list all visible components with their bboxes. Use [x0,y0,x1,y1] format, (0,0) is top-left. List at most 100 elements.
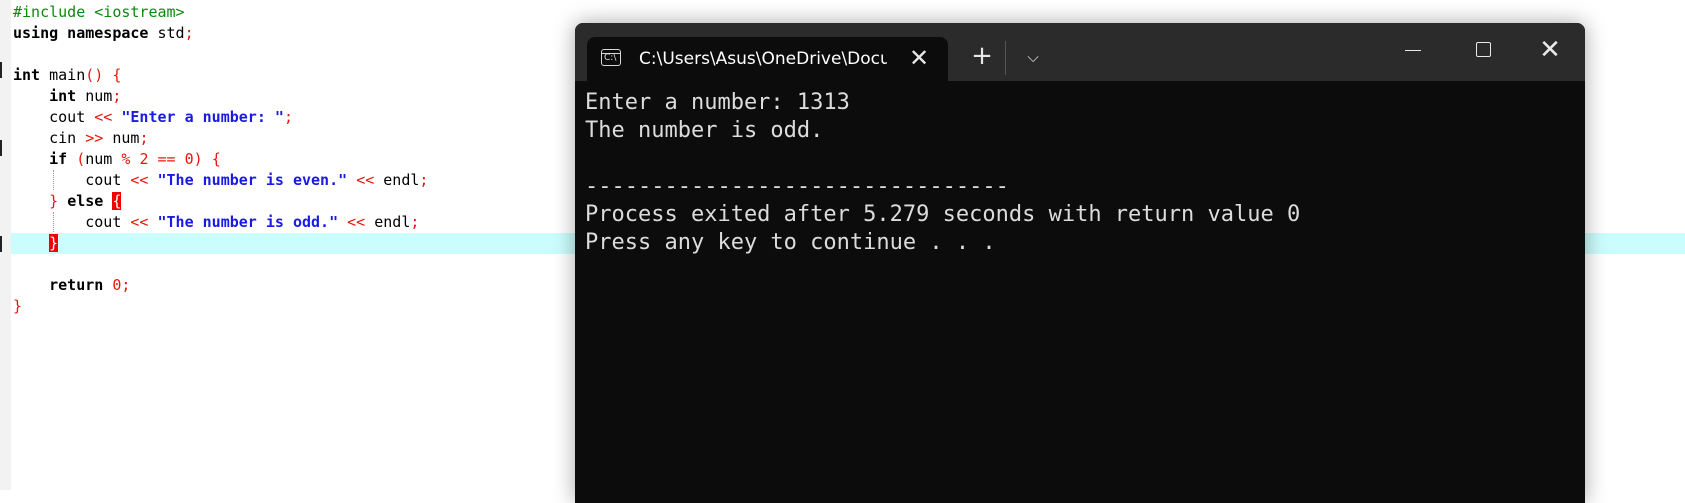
code-token: "Enter a number: " [121,108,284,126]
code-token: ; [184,24,194,42]
code-token: ( [76,150,86,168]
console-line: The number is odd. [585,118,824,143]
titlebar-divider [1005,41,1006,75]
code-token: << [94,108,113,126]
code-token: num [85,150,122,168]
code-token: int [49,87,77,105]
code-token: ; [410,213,420,231]
code-token: return [49,276,104,294]
code-token: == [157,150,176,168]
code-token: cout [13,171,131,189]
console-icon-label: C:\ [604,53,617,63]
code-token: cout [13,213,131,231]
close-window-button[interactable]: ✕ [1522,33,1578,67]
code-text[interactable]: #include <iostream> using namespace std; i… [13,2,428,317]
code-token: >> [85,129,104,147]
code-token: { [211,150,221,168]
code-token: ; [121,276,131,294]
code-token: << [130,213,149,231]
code-line[interactable]: cout << "The number is even." << endl; [13,170,428,191]
chevron-down-icon[interactable]: ⌵ [1019,42,1047,72]
code-token: ; [419,171,429,189]
code-line[interactable]: int num; [13,86,428,107]
code-token: ; [283,108,293,126]
code-line[interactable]: } [13,296,428,317]
code-token: } [49,234,59,252]
console-line: Enter a number: 1313 [585,90,850,115]
fold-marker[interactable] [0,62,2,78]
code-token: std [148,24,185,42]
console-line: Process exited after 5.279 seconds with … [585,202,1301,227]
code-token: } [49,192,59,210]
maximize-icon [1476,42,1491,57]
code-line[interactable] [13,254,428,275]
code-line[interactable]: } else { [13,191,428,212]
code-token: using namespace [13,24,149,42]
code-line[interactable] [13,44,428,65]
code-line[interactable]: using namespace std; [13,23,428,44]
code-token: else [67,192,104,210]
code-token: int [13,66,41,84]
code-line[interactable]: cout << "Enter a number: "; [13,107,428,128]
code-line[interactable]: #include <iostream> [13,2,428,23]
code-token: cin [13,129,86,147]
code-line[interactable]: int main() { [13,65,428,86]
code-line[interactable]: cout << "The number is odd." << endl; [13,212,428,233]
code-token: ; [139,129,149,147]
minimize-icon [1405,50,1421,51]
terminal-tab[interactable]: C:\ C:\Users\Asus\OneDrive\Documents ✕ [587,37,948,81]
code-token: endl [374,171,420,189]
code-token: << [356,171,375,189]
console-line: Press any key to continue . . . [585,230,996,255]
console-window[interactable]: C:\ C:\Users\Asus\OneDrive\Documents ✕ +… [575,23,1585,503]
code-token: cout [13,108,95,126]
code-token: ; [112,87,122,105]
code-token: num [103,129,140,147]
code-token: { [112,192,122,210]
code-token: num [76,87,113,105]
console-output[interactable]: Enter a number: 1313 The number is odd. -… [585,89,1300,257]
code-token: main [40,66,86,84]
code-token: #include <iostream> [13,3,185,21]
code-token: 0 [184,150,194,168]
code-line[interactable]: } [13,233,428,254]
console-line: -------------------------------- [585,174,1009,199]
code-line[interactable]: return 0; [13,275,428,296]
code-line[interactable]: cin >> num; [13,128,428,149]
maximize-button[interactable] [1455,33,1511,67]
code-token: << [130,171,149,189]
fold-marker[interactable] [0,140,2,156]
minimize-button[interactable] [1385,33,1441,67]
fold-marker[interactable] [0,236,2,252]
close-tab-icon[interactable]: ✕ [907,46,931,71]
code-token: "The number is even." [157,171,348,189]
new-tab-button[interactable]: + [967,42,997,72]
code-token: << [347,213,366,231]
code-token: } [13,297,23,315]
console-icon: C:\ [601,49,621,66]
code-token: "The number is odd." [157,213,339,231]
code-token: endl [365,213,411,231]
code-line[interactable]: if (num % 2 == 0) { [13,149,428,170]
code-token: if [49,150,68,168]
code-token: () { [85,66,122,84]
title-bar[interactable]: C:\ C:\Users\Asus\OneDrive\Documents ✕ +… [575,23,1585,81]
tab-title: C:\Users\Asus\OneDrive\Documents [639,49,887,69]
